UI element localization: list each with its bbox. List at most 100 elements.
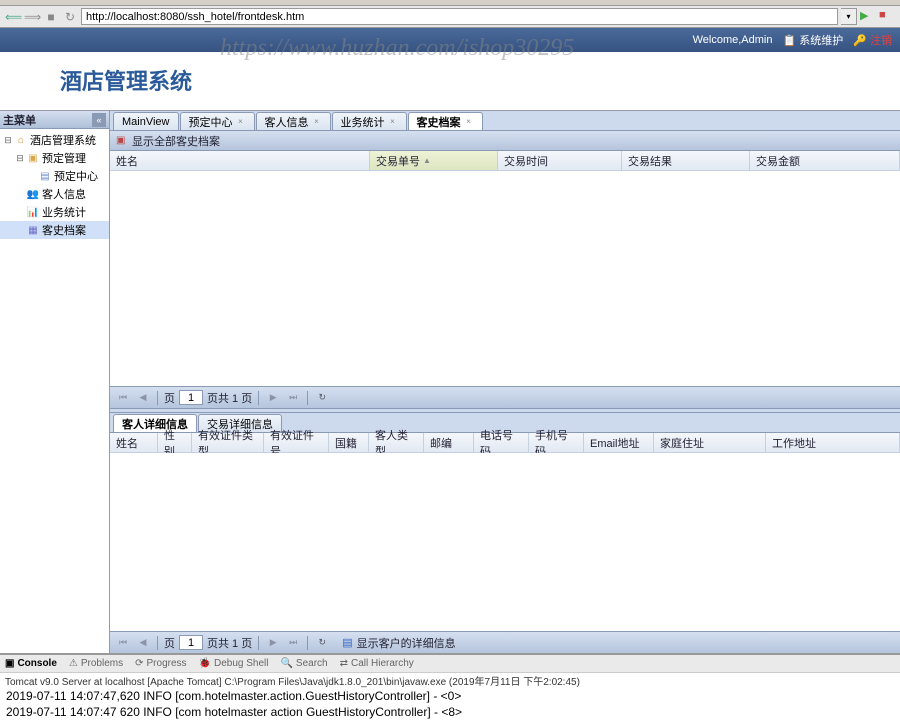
col-work-addr[interactable]: 工作地址 (766, 433, 900, 452)
tab-strip: MainView 预定中心× 客人信息× 业务统计× 客史档案× (110, 111, 900, 131)
ide-tab-problems[interactable]: ⚠ Problems (69, 658, 123, 669)
tree-label: 客人信息 (42, 186, 86, 202)
history-grid: 姓名 交易单号▲ 交易时间 交易结果 交易金额 ⏮ ◀ 页 页共 1 页 ▶ ⏭… (110, 151, 900, 408)
detail-icon: ▤ (342, 636, 352, 649)
app-title-area: 酒店管理系统 (0, 52, 900, 110)
prev-page-button[interactable]: ◀ (135, 635, 151, 651)
nav-forward-button[interactable]: ⟹ (24, 9, 40, 25)
refresh-button[interactable]: ↻ (314, 390, 330, 406)
url-input[interactable] (81, 8, 838, 25)
ide-tab-call-hierarchy[interactable]: ⇄ Call Hierarchy (340, 658, 414, 669)
page-input[interactable] (179, 635, 203, 650)
col-amount[interactable]: 交易金额 (750, 151, 900, 170)
ide-tab-progress[interactable]: ⟳ Progress (135, 658, 186, 669)
col-name[interactable]: 姓名 (110, 151, 370, 170)
first-page-button[interactable]: ⏮ (115, 390, 131, 406)
tree-node-root[interactable]: ⊟ ⌂ 酒店管理系统 (0, 131, 109, 149)
grid-toolbar: ▣ 显示全部客史档案 (110, 131, 900, 151)
tab-close-button[interactable]: × (464, 117, 474, 127)
col-result[interactable]: 交易结果 (622, 151, 750, 170)
logout-link[interactable]: 🔑 注销 (853, 32, 892, 48)
app-title: 酒店管理系统 (60, 64, 900, 96)
main-layout: 主菜单 « ⊟ ⌂ 酒店管理系统 ⊟ ▣ 预定管理 ▤ 预定中心 👥 (0, 110, 900, 653)
log-line: 2019-07-11 14:07:47 620 INFO [com hotelm… (6, 705, 894, 721)
detail-grid: 姓名 性别 有效证件类型 有效证件号 国籍 客人类型 邮编 电话号码 手机号码 … (110, 433, 900, 653)
tree-label: 业务统计 (42, 204, 86, 220)
last-page-button[interactable]: ⏭ (285, 635, 301, 651)
address-bar: ⟸ ⟹ ■ ↻ ▾ ▶ ■ (0, 6, 900, 28)
app-header: Welcome,Admin 📋 系统维护 🔑 注销 (0, 28, 900, 52)
col-phone[interactable]: 电话号码 (474, 433, 529, 452)
sidebar-title: 主菜单 (3, 112, 36, 128)
first-page-button[interactable]: ⏮ (115, 635, 131, 651)
ide-tab-search[interactable]: 🔍 Search (280, 658, 327, 669)
welcome-text: Welcome,Admin (693, 34, 773, 46)
detail-grid-header: 姓名 性别 有效证件类型 有效证件号 国籍 客人类型 邮编 电话号码 手机号码 … (110, 433, 900, 453)
ide-tab-console[interactable]: ▣ Console (5, 658, 57, 669)
prev-page-button[interactable]: ◀ (135, 390, 151, 406)
ide-panel: ▣ Console ⚠ Problems ⟳ Progress 🐞 Debug … (0, 653, 900, 722)
col-home-addr[interactable]: 家庭住址 (654, 433, 766, 452)
tree-label: 预定中心 (54, 168, 98, 184)
show-detail-button[interactable]: ▤ 显示客户的详细信息 (342, 635, 455, 651)
tab-guest-history[interactable]: 客史档案× (408, 112, 483, 130)
ide-status-bar: Tomcat v9.0 Server at localhost [Apache … (0, 673, 900, 687)
next-page-button[interactable]: ▶ (265, 635, 281, 651)
col-nationality[interactable]: 国籍 (329, 433, 369, 452)
col-guest-type[interactable]: 客人类型 (369, 433, 424, 452)
tab-close-button[interactable]: × (388, 117, 398, 127)
show-all-button[interactable]: 显示全部客史档案 (132, 133, 220, 149)
nav-back-button[interactable]: ⟸ (5, 9, 21, 25)
ide-tab-debug-shell[interactable]: 🐞 Debug Shell (199, 658, 269, 669)
tree-toggle-icon[interactable]: ⊟ (2, 135, 14, 146)
next-page-button[interactable]: ▶ (265, 390, 281, 406)
grid-header: 姓名 交易单号▲ 交易时间 交易结果 交易金额 (110, 151, 900, 171)
paging-toolbar: ⏮ ◀ 页 页共 1 页 ▶ ⏭ ↻ (110, 386, 900, 408)
tree-node-booking-center[interactable]: ▤ 预定中心 (0, 167, 109, 185)
content-area: MainView 预定中心× 客人信息× 业务统计× 客史档案× ▣ 显示全部客… (110, 111, 900, 653)
col-gender[interactable]: 性别 (158, 433, 192, 452)
tree-node-guest-history[interactable]: ▦ 客史档案 (0, 221, 109, 239)
col-order-no[interactable]: 交易单号▲ (370, 151, 498, 170)
tree-node-booking[interactable]: ⊟ ▣ 预定管理 (0, 149, 109, 167)
tab-booking-center[interactable]: 预定中心× (180, 112, 255, 130)
tab-close-button[interactable]: × (312, 117, 322, 127)
tab-guest-info[interactable]: 客人信息× (256, 112, 331, 130)
sidebar-header: 主菜单 « (0, 111, 109, 129)
tab-biz-stats[interactable]: 业务统计× (332, 112, 407, 130)
col-mobile[interactable]: 手机号码 (529, 433, 584, 452)
go-icon[interactable]: ▶ (860, 9, 876, 25)
grid-body[interactable] (110, 171, 900, 386)
tree-label: 酒店管理系统 (30, 132, 96, 148)
sidebar: 主菜单 « ⊟ ⌂ 酒店管理系统 ⊟ ▣ 预定管理 ▤ 预定中心 👥 (0, 111, 110, 653)
tree-toggle-icon[interactable]: ⊟ (14, 153, 26, 164)
refresh-button[interactable]: ↻ (314, 635, 330, 651)
col-name[interactable]: 姓名 (110, 433, 158, 452)
nav-refresh-button[interactable]: ↻ (62, 9, 78, 25)
tab-close-button[interactable]: × (236, 117, 246, 127)
col-id-type[interactable]: 有效证件类型 (192, 433, 264, 452)
tree-node-biz-stats[interactable]: 📊 业务统计 (0, 203, 109, 221)
folder-icon: ▣ (26, 152, 40, 164)
col-zip[interactable]: 邮编 (424, 433, 474, 452)
home-icon: ⌂ (14, 134, 28, 146)
last-page-button[interactable]: ⏭ (285, 390, 301, 406)
page-total: 页共 1 页 (207, 635, 252, 651)
page-input[interactable] (179, 390, 203, 405)
ide-console-output[interactable]: 2019-07-11 14:07:47,620 INFO [com.hotelm… (0, 687, 900, 722)
col-email[interactable]: Email地址 (584, 433, 654, 452)
sort-asc-icon: ▲ (423, 156, 431, 165)
tree-node-guest-info[interactable]: 👥 客人信息 (0, 185, 109, 203)
col-time[interactable]: 交易时间 (498, 151, 622, 170)
sys-maint-link[interactable]: 📋 系统维护 (782, 32, 843, 48)
stop-icon[interactable]: ■ (879, 9, 895, 25)
detail-grid-body[interactable] (110, 453, 900, 631)
tab-mainview[interactable]: MainView (113, 112, 179, 130)
nav-stop-button[interactable]: ■ (43, 9, 59, 25)
col-id-no[interactable]: 有效证件号 (264, 433, 329, 452)
people-icon: 👥 (26, 188, 40, 200)
ide-tab-strip: ▣ Console ⚠ Problems ⟳ Progress 🐞 Debug … (0, 655, 900, 673)
url-dropdown-button[interactable]: ▾ (841, 8, 857, 25)
page-label: 页 (164, 635, 175, 651)
sidebar-collapse-button[interactable]: « (92, 113, 106, 127)
